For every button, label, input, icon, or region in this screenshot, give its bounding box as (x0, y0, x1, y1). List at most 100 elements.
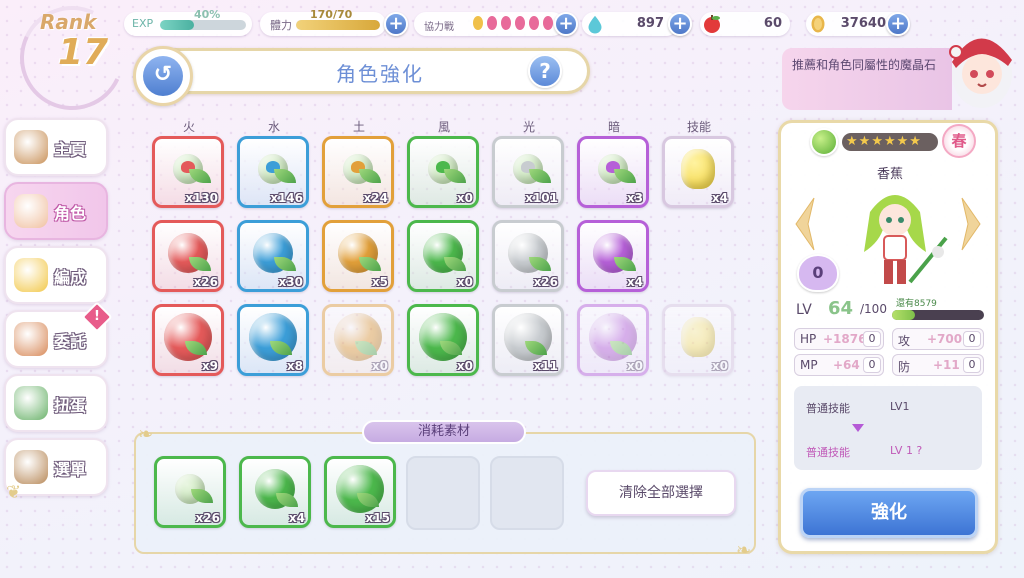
skill-level-next: LV 1 ? (890, 444, 923, 457)
help-button[interactable]: ? (528, 54, 562, 88)
chick-team-icon (14, 258, 48, 292)
water-pill: 897 (582, 12, 678, 36)
coop-token-icon (486, 15, 498, 31)
item-count: x101 (525, 191, 558, 205)
material-panel-title: 消耗素材 (362, 420, 526, 444)
dark-crystal-tier1[interactable]: x3 (577, 136, 649, 208)
light-crystal-tier1[interactable]: x101 (492, 136, 564, 208)
def-bonus: +11 (933, 358, 960, 372)
level-label: LV (796, 302, 812, 318)
side-item-label: 委託 (54, 332, 87, 351)
skill-level-current: LV1 (890, 400, 910, 413)
affection-heart: 0 (797, 254, 839, 292)
water-crystal-tier2[interactable]: x30 (237, 220, 309, 292)
stamina-value: 170/70 (310, 8, 353, 21)
light-crystal-tier3[interactable]: x11 (492, 304, 564, 376)
tree-icon (14, 386, 48, 420)
rank-label: Rank (40, 10, 97, 34)
coop-token-icon (472, 15, 484, 31)
signboard-icon (14, 450, 48, 484)
earth-crystal-tier3[interactable]: x0 (322, 304, 394, 376)
side-item-home[interactable]: 主頁 (4, 118, 108, 176)
item-count: x11 (533, 359, 558, 373)
light-crystal-tier2[interactable]: x26 (492, 220, 564, 292)
def-stat: 防 +11 0 (892, 354, 984, 376)
wind-crystal-tier1[interactable]: x0 (407, 136, 479, 208)
star-rating: ★ ★ ★ ★ ★ ★ (842, 133, 938, 151)
enhance-button[interactable]: 強化 (800, 488, 978, 538)
mp-stat: MP +64 0 (794, 354, 884, 376)
wind-crystal-tier3[interactable]: x0 (407, 304, 479, 376)
material-slot-filled[interactable]: x4 (239, 456, 311, 528)
def-label: 防 (898, 360, 911, 374)
stamina-label: 體力 (270, 19, 292, 32)
back-arrow-icon: ↺ (143, 56, 183, 96)
character-name: 香蕉 (876, 167, 903, 182)
crossed-swords-icon (14, 322, 48, 356)
item-count: x26 (193, 275, 218, 289)
alert-text: ! (94, 309, 100, 324)
back-button[interactable]: ↺ (133, 46, 193, 106)
coop-pill: 協力戰 (414, 12, 564, 36)
water-add-button[interactable]: + (668, 12, 692, 36)
ornament-icon: ❦ (6, 482, 22, 503)
fire-crystal-tier2[interactable]: x26 (152, 220, 224, 292)
water-crystal-tier1[interactable]: x146 (237, 136, 309, 208)
column-earth: 土 (352, 120, 365, 134)
hp-zero: 0 (863, 331, 881, 347)
skill-item-tier1[interactable]: x4 (662, 136, 734, 208)
earth-crystal-tier2[interactable]: x5 (322, 220, 394, 292)
skill-item-tier3[interactable]: x0 (662, 304, 734, 376)
coop-token-icon (528, 15, 540, 31)
hp-bonus: +1876 (823, 332, 867, 346)
level-value: 64 (828, 298, 854, 319)
fire-crystal-tier3[interactable]: x9 (152, 304, 224, 376)
gold-add-button[interactable]: + (886, 12, 910, 36)
side-item-character[interactable]: 角色 (4, 182, 108, 240)
wind-crystal-tier2[interactable]: x0 (407, 220, 479, 292)
column-dark: 暗 (607, 120, 620, 134)
hint-bubble: 推薦和角色同屬性的魔晶石 (782, 48, 952, 110)
fire-crystal-tier1[interactable]: x130 (152, 136, 224, 208)
level-bar-fill (892, 310, 915, 320)
exp-percent: 40% (194, 8, 221, 21)
skill-box: 普通技能 LV1 普通技能 LV 1 ? (794, 386, 982, 470)
material-slot-filled[interactable]: x15 (324, 456, 396, 528)
column-skill: 技能 (686, 120, 711, 134)
material-slot-empty[interactable] (406, 456, 480, 530)
level-bar (892, 310, 984, 320)
prev-character-button[interactable] (792, 196, 818, 252)
side-item-formation[interactable]: 編成 (4, 246, 108, 304)
material-count: x26 (195, 511, 220, 525)
coop-token-icon (500, 15, 512, 31)
affection-value: 0 (812, 263, 824, 282)
gold-value: 37640 (840, 16, 886, 31)
earth-crystal-tier1[interactable]: x24 (322, 136, 394, 208)
level-row: LV 64 /100 還有8579 (796, 298, 986, 322)
exp-label: EXP (132, 17, 154, 30)
side-item-label: 扭蛋 (54, 396, 87, 415)
water-crystal-tier3[interactable]: x8 (237, 304, 309, 376)
side-item-label: 編成 (54, 268, 87, 287)
dark-crystal-tier2[interactable]: x4 (577, 220, 649, 292)
side-item-gacha[interactable]: 扭蛋 (4, 374, 108, 432)
house-icon (14, 130, 48, 164)
character-icon (14, 194, 48, 228)
coop-add-button[interactable]: + (554, 12, 578, 36)
material-slot-filled[interactable]: x26 (154, 456, 226, 528)
rank-badge: Rank 17 (5, 0, 139, 125)
clear-all-button[interactable]: 清除全部選擇 (586, 470, 736, 516)
column-fire: 火 (182, 120, 195, 134)
mp-zero: 0 (863, 357, 881, 373)
dark-crystal-tier3[interactable]: x0 (577, 304, 649, 376)
guide-girl-avatar (949, 38, 1012, 108)
atk-stat: 攻 +700 0 (892, 328, 984, 350)
stamina-add-button[interactable]: + (384, 12, 408, 36)
item-count: x0 (456, 359, 473, 373)
hp-stat: HP +1876 0 (794, 328, 884, 350)
material-slot-empty[interactable] (490, 456, 564, 530)
item-count: x0 (456, 191, 473, 205)
item-count: x30 (278, 275, 303, 289)
ornament-icon: ❧ (138, 424, 154, 445)
next-character-button[interactable] (958, 196, 984, 252)
